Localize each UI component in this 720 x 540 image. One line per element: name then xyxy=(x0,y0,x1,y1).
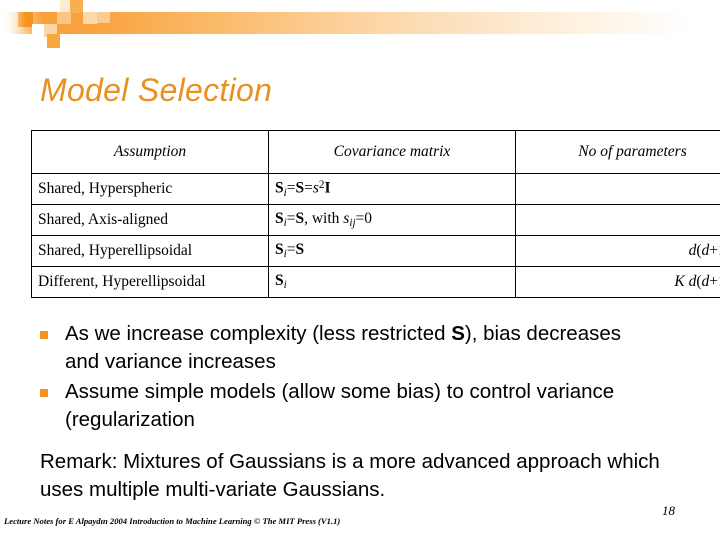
cell-covariance-matrix: Si=S xyxy=(268,235,516,267)
table-row: Different, Hyperellipsoidal Si K d(d+1)/… xyxy=(31,266,720,298)
math-symbol-S: S xyxy=(295,241,305,259)
banner-square-decoration xyxy=(97,12,110,23)
banner-square-decoration xyxy=(32,24,44,36)
column-header-no-of-parameters: No of parameters xyxy=(515,130,720,174)
math-subscript-i: i xyxy=(283,279,287,292)
math-symbol-S: S xyxy=(275,241,284,259)
bullet-text: Assume simple models (allow some bias) t… xyxy=(65,378,660,434)
bullet-text-pre: As we increase complexity (less restrict… xyxy=(65,322,452,345)
square-bullet-icon xyxy=(40,389,48,397)
cell-no-of-parameters: K d(d+1)/2 xyxy=(515,266,720,298)
list-item: As we increase complexity (less restrict… xyxy=(40,320,660,376)
math-symbol-S: S xyxy=(295,179,305,197)
column-header-covariance-matrix: Covariance matrix xyxy=(268,130,516,174)
cell-assumption: Shared, Hyperspheric xyxy=(31,173,269,205)
table-header-row: Assumption Covariance matrix No of param… xyxy=(31,130,720,174)
math-symbol-S: S xyxy=(295,210,305,228)
banner-left-fade xyxy=(0,0,26,52)
cell-covariance-matrix: Si xyxy=(268,266,516,298)
cell-assumption: Shared, Hyperellipsoidal xyxy=(31,235,269,267)
banner-square-decoration xyxy=(70,0,83,13)
banner-square-decoration xyxy=(83,12,97,24)
page-number: 18 xyxy=(662,503,675,518)
math-equals-zero: =0 xyxy=(355,210,373,228)
bullet-text: As we increase complexity (less restrict… xyxy=(65,320,660,376)
cell-assumption: Different, Hyperellipsoidal xyxy=(31,266,269,298)
cell-no-of-parameters: d xyxy=(515,204,720,236)
remark-paragraph: Remark: Mixtures of Gaussians is a more … xyxy=(40,450,660,501)
math-equals: = xyxy=(304,179,313,197)
bullet-text-bold-symbol: S xyxy=(451,322,465,345)
square-bullet-icon xyxy=(40,331,48,339)
bullet-text-pre: Assume simple models (allow some bias) t… xyxy=(65,380,615,431)
cell-assumption: Shared, Axis-aligned xyxy=(31,204,269,236)
list-item: Assume simple models (allow some bias) t… xyxy=(40,378,660,434)
slide-header-banner xyxy=(0,0,720,52)
table-row: Shared, Hyperspheric Si=S=s2I 1 xyxy=(31,173,720,205)
footer-citation: Lecture Notes for E Alpaydın 2004 Introd… xyxy=(4,516,341,526)
math-plus-one-over-two: +1)/2 xyxy=(709,242,720,259)
math-symbol-I: I xyxy=(324,179,331,197)
banner-square-decoration xyxy=(57,12,71,24)
cell-covariance-matrix: Si=S=s2I xyxy=(268,173,516,205)
covariance-parameters-table: Assumption Covariance matrix No of param… xyxy=(31,130,720,298)
math-symbol-S: S xyxy=(275,179,284,197)
math-symbol-K: K xyxy=(674,273,685,290)
table-row: Shared, Hyperellipsoidal Si=S d(d+1)/2 xyxy=(31,235,720,267)
math-plus-one-over-two: +1)/2 xyxy=(709,273,720,290)
bullet-list: As we increase complexity (less restrict… xyxy=(40,320,660,436)
math-with-text: , with xyxy=(304,210,344,228)
table-row: Shared, Axis-aligned Si=S, with sij=0 d xyxy=(31,204,720,236)
cell-no-of-parameters: 1 xyxy=(515,173,720,205)
cell-no-of-parameters: d(d+1)/2 xyxy=(515,235,720,267)
column-header-assumption: Assumption xyxy=(31,130,269,174)
cell-covariance-matrix: Si=S, with sij=0 xyxy=(268,204,516,236)
math-symbol-S: S xyxy=(275,272,284,290)
banner-square-decoration xyxy=(47,34,60,48)
page-title: Model Selection xyxy=(40,72,273,108)
math-symbol-S: S xyxy=(275,210,284,228)
